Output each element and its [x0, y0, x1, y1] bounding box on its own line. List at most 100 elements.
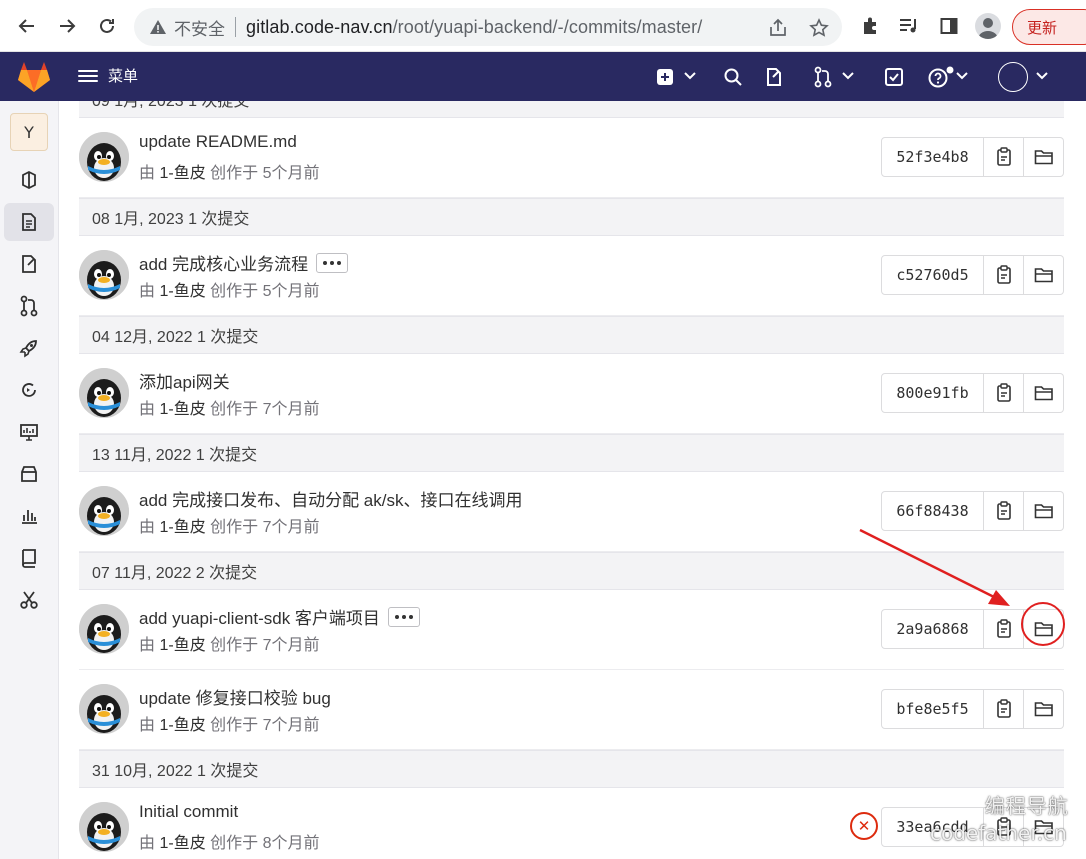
wiki-icon[interactable] — [4, 539, 54, 577]
help-icon[interactable] — [928, 64, 954, 90]
chevron-down-icon[interactable] — [684, 71, 696, 81]
commit-sha-button[interactable]: 66f88438 — [881, 491, 984, 531]
commit-sha-button[interactable]: c52760d5 — [881, 255, 984, 295]
commit-row: 添加api网关由 1-鱼皮 创作于 7个月前 800e91fb — [79, 354, 1064, 434]
copy-sha-icon[interactable] — [984, 255, 1024, 295]
browse-files-icon[interactable] — [1024, 255, 1064, 295]
by-label: 由 — [139, 165, 156, 182]
project-overview-icon[interactable] — [4, 161, 54, 199]
commit-title-link[interactable]: add yuapi-client-sdk 客户端项目 — [139, 604, 380, 629]
ci-cd-rocket-icon[interactable] — [4, 329, 54, 367]
commit-title-link[interactable]: add 完成核心业务流程 — [139, 250, 308, 275]
commit-title-link[interactable]: Initial commit — [139, 802, 238, 822]
packages-icon[interactable] — [4, 455, 54, 493]
commit-author-link[interactable]: 1-鱼皮 — [159, 165, 205, 182]
copy-sha-icon[interactable] — [984, 689, 1024, 729]
commit-sha-button[interactable]: bfe8e5f5 — [881, 689, 984, 729]
reload-icon[interactable] — [92, 11, 122, 41]
pipeline-failed-icon[interactable]: ✕ — [850, 812, 878, 840]
author-avatar[interactable] — [79, 486, 129, 536]
share-icon[interactable] — [766, 16, 790, 40]
forward-icon[interactable] — [52, 11, 82, 41]
browse-files-icon[interactable] — [1024, 491, 1064, 531]
copy-sha-icon[interactable] — [984, 491, 1024, 531]
project-avatar[interactable]: Y — [10, 113, 48, 151]
copy-sha-icon[interactable] — [984, 609, 1024, 649]
author-avatar[interactable] — [79, 368, 129, 418]
browse-files-icon[interactable] — [1024, 373, 1064, 413]
analytics-icon[interactable] — [4, 497, 54, 535]
created-label: 创作于 — [210, 401, 259, 418]
commit-row: add 完成接口发布、自动分配 ak/sk、接口在线调用由 1-鱼皮 创作于 7… — [79, 472, 1064, 552]
browser-update-button[interactable]: 更新 — [1012, 9, 1086, 45]
commit-sha-button[interactable]: 800e91fb — [881, 373, 984, 413]
commit-title-link[interactable]: add 完成接口发布、自动分配 ak/sk、接口在线调用 — [139, 486, 523, 511]
author-avatar[interactable] — [79, 132, 129, 182]
menu-button[interactable]: 菜单 — [78, 65, 138, 86]
commit-title: 添加api网关 — [139, 368, 230, 393]
snippets-scissors-icon[interactable] — [4, 581, 54, 619]
repository-icon[interactable] — [4, 203, 54, 241]
commit-title: Initial commit — [139, 802, 238, 822]
issues-icon[interactable] — [764, 64, 784, 90]
commit-meta: 由 1-鱼皮 创作于 7个月前 — [139, 631, 320, 655]
profile-avatar-icon[interactable] — [975, 13, 1001, 39]
commit-author-link[interactable]: 1-鱼皮 — [159, 519, 205, 536]
gitlab-logo-icon[interactable] — [17, 61, 51, 93]
address-bar[interactable]: 不安全 gitlab.code-nav.cn/root/yuapi-backen… — [134, 8, 842, 46]
browse-files-icon[interactable] — [1024, 689, 1064, 729]
commit-author-link[interactable]: 1-鱼皮 — [159, 835, 205, 852]
commit-date-header: 31 10月, 2022 1 次提交 — [79, 750, 1064, 788]
commit-author-link[interactable]: 1-鱼皮 — [159, 717, 205, 734]
chevron-down-icon[interactable] — [1036, 71, 1048, 81]
commit-author-link[interactable]: 1-鱼皮 — [159, 401, 205, 418]
monitor-icon[interactable] — [4, 413, 54, 451]
copy-sha-icon[interactable] — [984, 137, 1024, 177]
extensions-icon[interactable] — [857, 13, 883, 39]
commit-author-link[interactable]: 1-鱼皮 — [159, 283, 205, 300]
author-avatar[interactable] — [79, 802, 129, 852]
url-host: gitlab.code-nav.cn — [246, 16, 393, 37]
toggle-description-button[interactable] — [316, 252, 349, 273]
warning-icon[interactable] — [148, 17, 168, 37]
commit-title: add 完成核心业务流程 — [139, 250, 349, 275]
copy-sha-icon[interactable] — [984, 373, 1024, 413]
browser-toolbar: 不安全 gitlab.code-nav.cn/root/yuapi-backen… — [0, 0, 1086, 52]
created-label: 创作于 — [210, 637, 259, 654]
commit-title-link[interactable]: update README.md — [139, 132, 297, 152]
media-control-icon[interactable] — [896, 13, 922, 39]
commit-title-link[interactable]: 添加api网关 — [139, 368, 230, 393]
commit-title: update 修复接口校验 bug — [139, 684, 331, 709]
todo-icon[interactable] — [884, 64, 904, 90]
hamburger-icon — [78, 67, 98, 85]
browse-files-icon[interactable] — [1024, 609, 1064, 649]
author-avatar[interactable] — [79, 250, 129, 300]
commit-author-link[interactable]: 1-鱼皮 — [159, 637, 205, 654]
commit-sha-button[interactable]: 2a9a6868 — [881, 609, 984, 649]
back-icon[interactable] — [12, 11, 42, 41]
commit-title-link[interactable]: update 修复接口校验 bug — [139, 684, 331, 709]
browse-files-icon[interactable] — [1024, 137, 1064, 177]
new-item-icon[interactable] — [656, 64, 674, 90]
issues-icon[interactable] — [4, 245, 54, 283]
bookmark-star-icon[interactable] — [807, 16, 831, 40]
search-icon[interactable] — [723, 64, 743, 90]
omnibox-divider — [235, 17, 236, 37]
commit-sha-button[interactable]: 52f3e4b8 — [881, 137, 984, 177]
user-avatar[interactable] — [998, 62, 1028, 92]
chevron-down-icon[interactable] — [842, 71, 854, 81]
commit-row: update README.md 由 1-鱼皮 创作于 5个月前 52f3e4b8 — [79, 118, 1064, 198]
commit-title: add yuapi-client-sdk 客户端项目 — [139, 604, 420, 629]
author-avatar[interactable] — [79, 684, 129, 734]
toggle-description-button[interactable] — [387, 606, 420, 627]
commit-date-header: 13 11月, 2022 1 次提交 — [79, 434, 1064, 472]
commit-actions: bfe8e5f5 — [881, 689, 1064, 729]
author-avatar[interactable] — [79, 604, 129, 654]
merge-requests-icon[interactable] — [813, 64, 833, 90]
chevron-down-icon[interactable] — [956, 71, 968, 81]
deployments-icon[interactable] — [4, 371, 54, 409]
side-panel-icon[interactable] — [936, 13, 962, 39]
merge-requests-icon[interactable] — [4, 287, 54, 325]
url-text: gitlab.code-nav.cn/root/yuapi-backend/-/… — [246, 17, 702, 38]
gitlab-header: 菜单 — [0, 52, 1086, 101]
